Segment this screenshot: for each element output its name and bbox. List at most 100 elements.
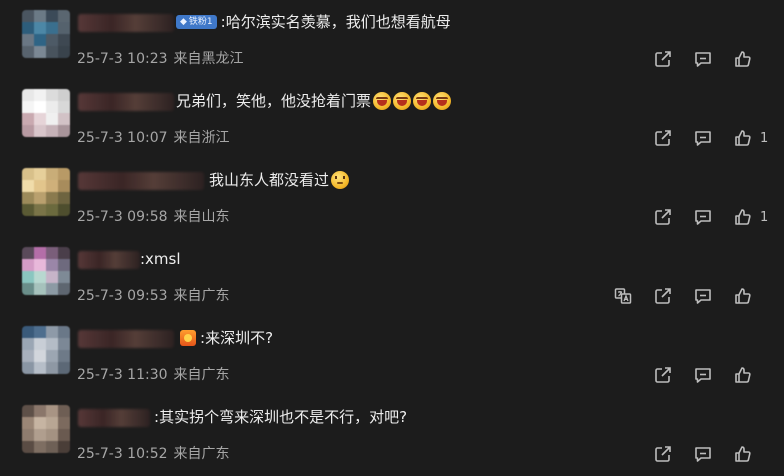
comment-date: 25-7-3 09:53	[77, 288, 168, 304]
comment-meta: 25-7-3 11:30 来自广东	[77, 365, 230, 385]
comment-location: 来自广东	[173, 288, 230, 304]
comment-actions	[634, 443, 772, 465]
comment-date: 25-7-3 09:58	[77, 209, 168, 225]
comment-item: : 其实拐个弯来深圳也不是不行，对吧? 25-7-3 10:52 来自广东	[0, 405, 784, 476]
comment-date: 25-7-3 11:30	[77, 367, 168, 383]
fan-badge-label: 铁粉1	[188, 17, 213, 27]
like-group	[732, 443, 772, 465]
translate-icon	[614, 288, 632, 304]
username[interactable]	[78, 93, 174, 111]
share-button[interactable]	[652, 206, 674, 228]
username[interactable]	[78, 172, 204, 190]
thumbs-up-icon	[735, 367, 751, 383]
avatar[interactable]	[22, 247, 70, 295]
like-group	[732, 48, 772, 70]
comment-date: 25-7-3 10:07	[77, 130, 168, 146]
username[interactable]	[78, 14, 174, 32]
reply-button[interactable]	[692, 206, 714, 228]
comment-location: 来自广东	[173, 446, 230, 462]
like-button[interactable]	[732, 127, 754, 149]
comment-meta: 25-7-3 09:58 来自山东	[77, 207, 230, 227]
comment-actions: 1	[634, 127, 772, 149]
comment-text: 兄弟们，笑他，他没抢着门票	[176, 92, 372, 110]
share-button[interactable]	[652, 285, 674, 307]
like-count: 1	[760, 130, 769, 146]
comment-meta: 25-7-3 10:52 来自广东	[77, 444, 230, 464]
comment-location: 来自广东	[173, 367, 230, 383]
share-button[interactable]	[652, 48, 674, 70]
username[interactable]	[78, 409, 150, 427]
like-button[interactable]	[732, 206, 754, 228]
avatar[interactable]	[22, 405, 70, 453]
share-icon	[655, 130, 671, 146]
share-icon	[655, 446, 671, 462]
comment-actions	[634, 364, 772, 386]
like-button[interactable]	[732, 48, 754, 70]
comment-item: : 来深圳不? 25-7-3 11:30 来自广东	[0, 326, 784, 405]
comment-actions	[634, 48, 772, 70]
comment-text: 其实拐个弯来深圳也不是不行，对吧?	[159, 408, 408, 426]
share-icon	[655, 288, 671, 304]
thumbs-up-icon	[735, 209, 751, 225]
share-icon	[655, 51, 671, 67]
comment-icon	[695, 368, 711, 383]
avatar[interactable]	[22, 326, 70, 374]
comment-item: 兄弟们，笑他，他没抢着门票 25-7-3 10:07 来自浙江 1	[0, 89, 784, 168]
comment-icon	[695, 52, 711, 67]
reply-button[interactable]	[692, 364, 714, 386]
like-group: 1	[732, 127, 772, 149]
like-group	[732, 285, 772, 307]
comment-text-line: : 其实拐个弯来深圳也不是不行，对吧?	[154, 405, 407, 429]
avatar[interactable]	[22, 10, 70, 58]
like-count: 1	[760, 209, 769, 225]
thumbs-up-icon	[735, 446, 751, 462]
share-button[interactable]	[652, 443, 674, 465]
comment-icon	[695, 289, 711, 304]
like-button[interactable]	[732, 364, 754, 386]
reply-button[interactable]	[692, 443, 714, 465]
comment-text: 来深圳不?	[205, 329, 274, 347]
laugh-emoji	[413, 92, 432, 110]
comment-text-line: 兄弟们，笑他，他没抢着门票	[176, 89, 452, 113]
comment-meta: 25-7-3 10:23 来自黑龙江	[77, 49, 244, 69]
comment-date: 25-7-3 10:52	[77, 446, 168, 462]
share-icon	[655, 367, 671, 383]
reply-button[interactable]	[692, 285, 714, 307]
comment-text-line: : 来深圳不?	[180, 326, 273, 350]
comment-meta: 25-7-3 09:53 来自广东	[77, 286, 230, 306]
username[interactable]	[78, 330, 174, 348]
comment-text-line: :xmsl	[140, 247, 181, 271]
comment-location: 来自黑龙江	[173, 51, 244, 67]
comment-list: ◆ 铁粉1 : 哈尔滨实名羡慕，我们也想看航母 25-7-3 10:23 来自黑龙江	[0, 0, 784, 476]
comment-actions: 1	[634, 206, 772, 228]
comment-text-line: ◆ 铁粉1 : 哈尔滨实名羡慕，我们也想看航母	[176, 10, 451, 34]
comment-actions	[594, 285, 772, 307]
comment-icon	[695, 210, 711, 225]
reply-button[interactable]	[692, 127, 714, 149]
laugh-emoji	[393, 92, 412, 110]
translate-button[interactable]	[612, 285, 634, 307]
comment-meta: 25-7-3 10:07 来自浙江	[77, 128, 230, 148]
comment-item: :xmsl 25-7-3 09:53 来自广东	[0, 247, 784, 326]
avatar[interactable]	[22, 89, 70, 137]
username[interactable]	[78, 251, 140, 269]
laugh-emoji	[433, 92, 452, 110]
comment-icon	[695, 131, 711, 146]
comment-location: 来自山东	[173, 209, 230, 225]
comment-text-line: 我山东人都没看过	[209, 168, 350, 192]
share-button[interactable]	[652, 364, 674, 386]
comment-date: 25-7-3 10:23	[77, 51, 168, 67]
comment-item: ◆ 铁粉1 : 哈尔滨实名羡慕，我们也想看航母 25-7-3 10:23 来自黑龙江	[0, 10, 784, 89]
like-button[interactable]	[732, 285, 754, 307]
like-group	[732, 364, 772, 386]
fan-badge[interactable]: ◆ 铁粉1	[176, 15, 217, 29]
share-button[interactable]	[652, 127, 674, 149]
comment-icon	[695, 447, 711, 462]
thumbs-up-icon	[735, 51, 751, 67]
share-icon	[655, 209, 671, 225]
like-button[interactable]	[732, 443, 754, 465]
reply-button[interactable]	[692, 48, 714, 70]
thumbs-up-icon	[735, 288, 751, 304]
avatar[interactable]	[22, 168, 70, 216]
comment-text: :xmsl	[140, 250, 181, 268]
